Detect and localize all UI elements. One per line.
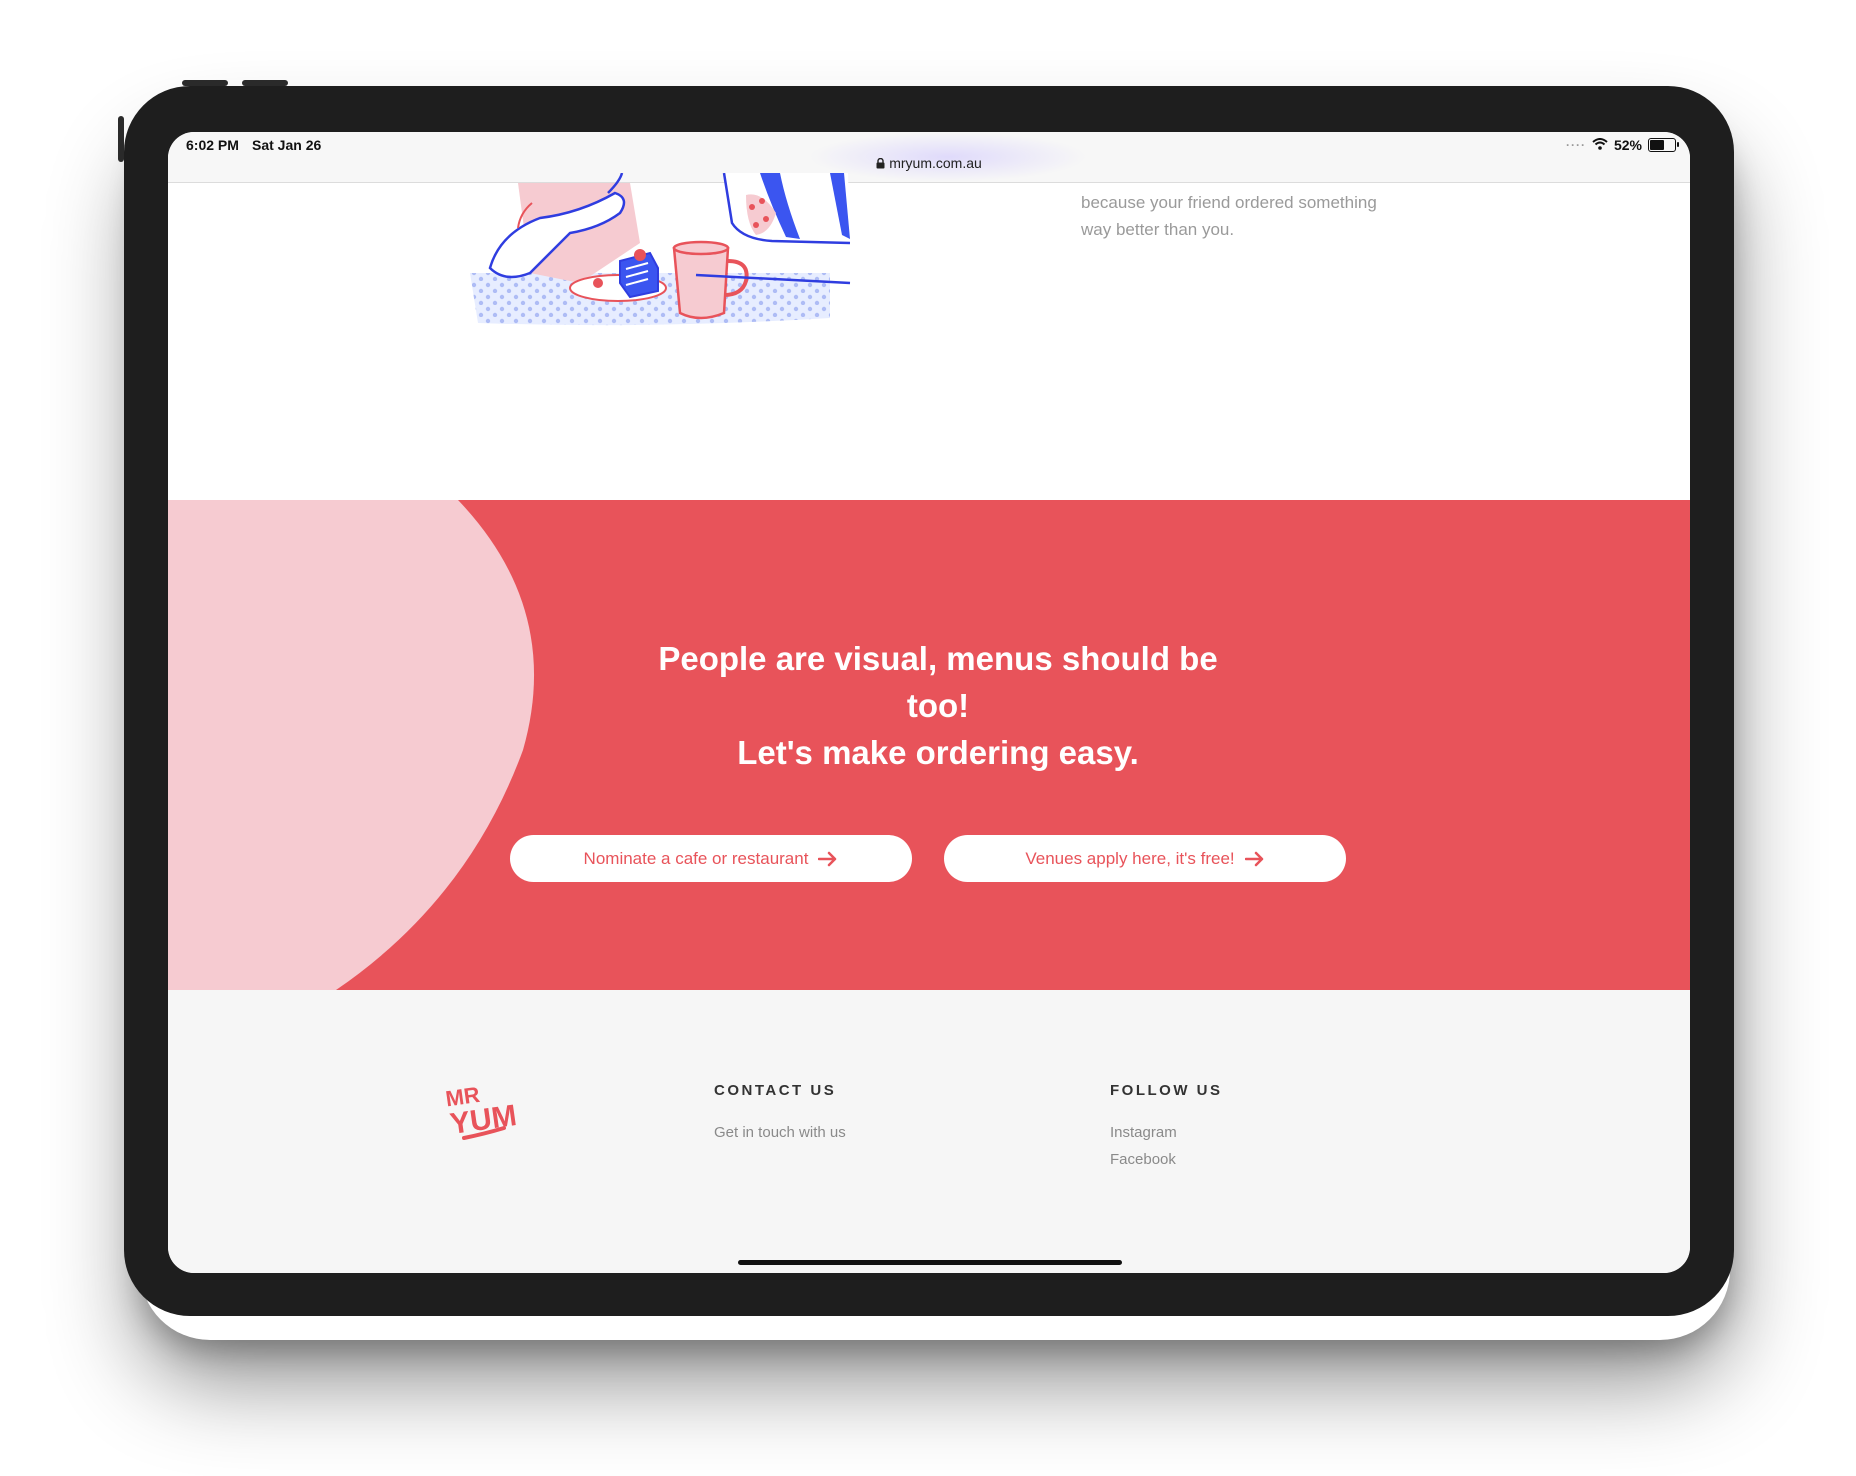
get-in-touch-link[interactable]: Get in touch with us <box>714 1124 846 1141</box>
battery-percent: 52% <box>1613 137 1642 153</box>
status-time: 6:02 PM <box>186 137 239 153</box>
venues-apply-button[interactable]: Venues apply here, it's free! <box>944 835 1346 882</box>
screen: 6:02 PM Sat Jan 26 mryum.com.au ···· 52% <box>168 132 1690 1273</box>
nominate-button-label: Nominate a cafe or restaurant <box>583 848 809 868</box>
url-text: mryum.com.au <box>889 155 982 171</box>
cta-heading: People are visual, menus should be too! … <box>558 635 1318 776</box>
instagram-link[interactable]: Instagram <box>1110 1124 1177 1141</box>
wifi-icon <box>1592 137 1608 153</box>
lock-icon <box>876 156 885 172</box>
status-date: Sat Jan 26 <box>252 137 322 153</box>
arrow-right-icon <box>818 851 838 867</box>
contact-us-heading: CONTACT US <box>714 1082 837 1099</box>
pink-blob-shape <box>168 500 535 990</box>
power-button <box>118 116 124 162</box>
volume-button-1 <box>182 80 228 86</box>
mr-yum-logo[interactable]: MR YUM <box>444 1080 519 1147</box>
home-indicator <box>738 1260 1122 1265</box>
feature-section: because your friend ordered something wa… <box>168 172 1690 501</box>
arrow-right-icon <box>1244 851 1265 867</box>
footer: MR YUM CONTACT US Get in touch with us F… <box>168 990 1690 1273</box>
cta-heading-line1: People are visual, menus should be <box>658 640 1218 677</box>
cta-heading-line3: Let's make ordering easy. <box>737 734 1139 771</box>
feature-description: because your friend ordered something wa… <box>1081 193 1377 239</box>
venues-button-label: Venues apply here, it's free! <box>1025 848 1235 868</box>
follow-us-heading: FOLLOW US <box>1110 1082 1223 1099</box>
cta-section: People are visual, menus should be too! … <box>168 500 1690 990</box>
facebook-link[interactable]: Facebook <box>1110 1151 1176 1168</box>
battery-icon <box>1648 138 1679 152</box>
cta-heading-line2: too! <box>906 687 970 724</box>
signal-dots-icon: ···· <box>1565 138 1586 152</box>
status-bar: 6:02 PM Sat Jan 26 mryum.com.au ···· 52% <box>168 132 1690 183</box>
volume-button-2 <box>242 80 288 86</box>
cafe-illustration <box>470 172 870 338</box>
address-bar[interactable]: mryum.com.au <box>168 155 1690 172</box>
nominate-button[interactable]: Nominate a cafe or restaurant <box>510 835 912 882</box>
status-right: ···· 52% <box>1565 137 1679 153</box>
scene: 6:02 PM Sat Jan 26 mryum.com.au ···· 52% <box>0 0 1856 1476</box>
